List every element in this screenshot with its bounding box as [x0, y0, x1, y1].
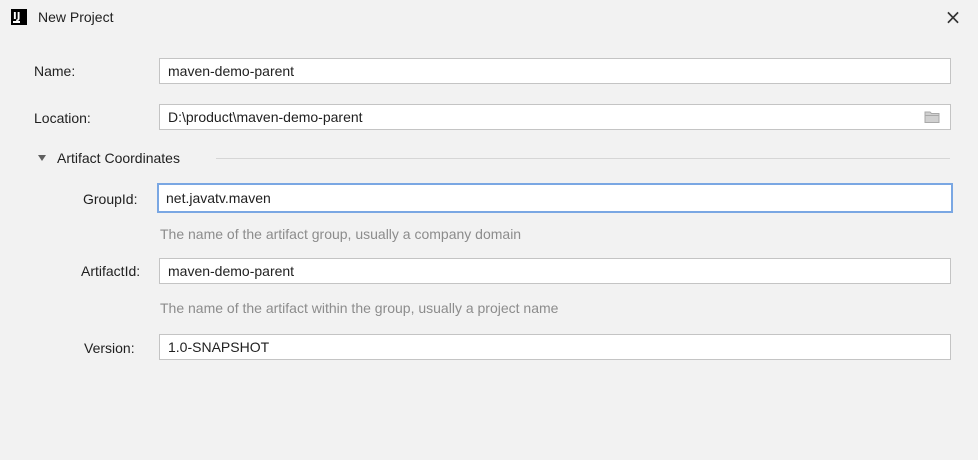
- artifactid-hint: The name of the artifact within the grou…: [160, 300, 559, 316]
- groupid-label: GroupId:: [83, 191, 138, 207]
- location-input[interactable]: [168, 105, 914, 129]
- artifact-coordinates-section: Artifact Coordinates: [38, 150, 950, 168]
- name-label: Name:: [34, 63, 76, 79]
- location-label: Location:: [34, 110, 91, 126]
- name-field-container: [159, 58, 951, 84]
- intellij-logo-icon: IJ: [11, 9, 27, 25]
- artifactid-field-container: [159, 258, 951, 284]
- collapse-triangle-icon[interactable]: [38, 155, 46, 161]
- folder-icon[interactable]: [924, 110, 940, 124]
- version-input[interactable]: [168, 335, 914, 359]
- name-input[interactable]: [168, 59, 914, 83]
- groupid-input[interactable]: [166, 185, 914, 211]
- version-field-container: [159, 334, 951, 360]
- window-title: New Project: [38, 9, 114, 25]
- groupid-hint: The name of the artifact group, usually …: [160, 226, 522, 242]
- title-bar: IJ New Project ×: [0, 0, 978, 36]
- version-label: Version:: [84, 340, 135, 356]
- location-field-container: [159, 104, 951, 130]
- artifactid-label: ArtifactId:: [81, 263, 141, 279]
- logo-text: IJ: [13, 11, 21, 22]
- close-button[interactable]: ×: [942, 5, 964, 29]
- section-divider: [216, 158, 950, 159]
- groupid-field-container: [157, 183, 953, 213]
- close-icon: ×: [944, 5, 962, 29]
- section-title[interactable]: Artifact Coordinates: [57, 150, 180, 166]
- artifactid-input[interactable]: [168, 259, 914, 283]
